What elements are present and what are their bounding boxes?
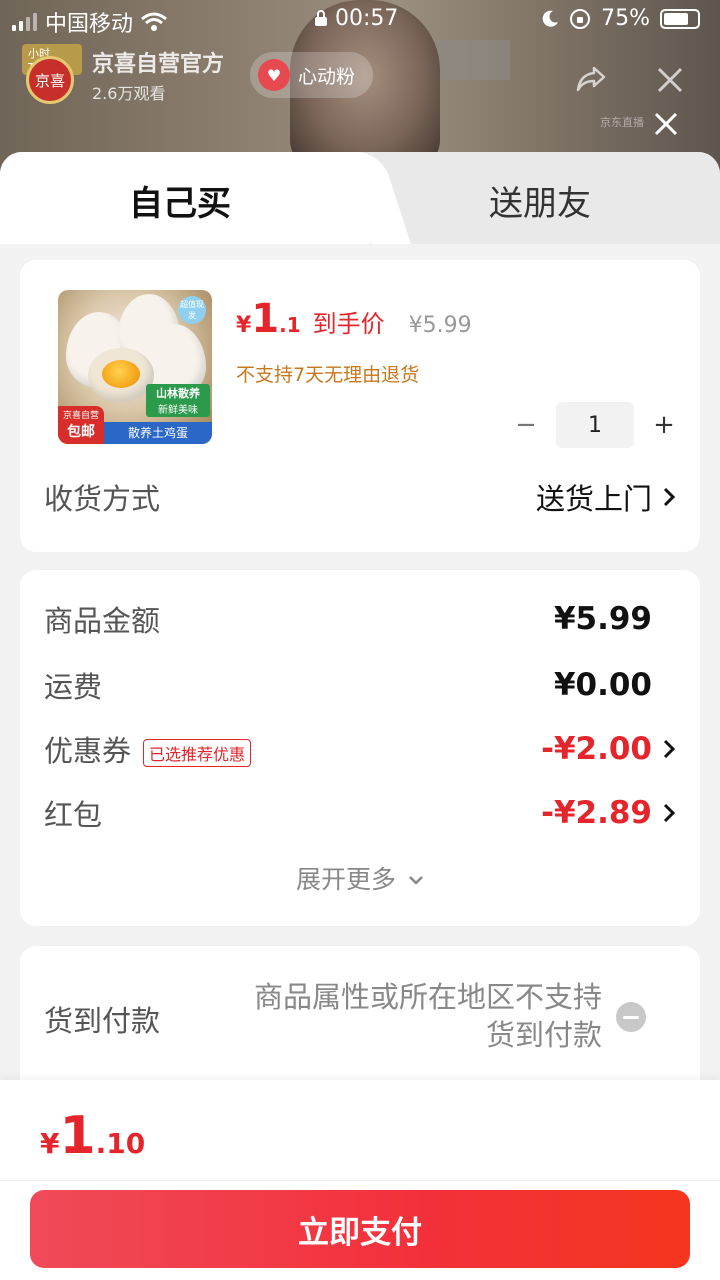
close-live-icon[interactable] [654, 64, 686, 96]
thumb-tag-red: 京喜自营 包邮 [58, 406, 104, 444]
coupon-selected-tag: 已选推荐优惠 [143, 739, 252, 767]
cost-row-goods: 商品金额 ¥5.99 [44, 598, 676, 640]
total-symbol: ¥ [40, 1127, 60, 1160]
lock-icon [315, 10, 327, 26]
shop-name: 京喜自营官方 [92, 52, 225, 77]
fan-button[interactable]: ♥ 心动粉 [250, 52, 374, 98]
clock: 00:57 [314, 6, 398, 31]
expand-more-label: 展开更多 [296, 865, 397, 894]
cod-label: 货到付款 [44, 1004, 161, 1038]
close-sheet-icon[interactable] [650, 108, 682, 140]
view-count: 2.6万观看 [92, 84, 166, 103]
tab-self-buy[interactable]: 自己买 [0, 176, 360, 225]
quantity-stepper: − 1 + [506, 402, 684, 448]
delivery-value: 送货上门 [535, 482, 652, 516]
chevron-right-icon [663, 487, 676, 507]
delivery-row[interactable]: 收货方式 送货上门 [44, 476, 676, 518]
wifi-icon [141, 12, 167, 31]
pay-now-button[interactable]: 立即支付 [30, 1190, 690, 1268]
thumb-tag-blue: 散养土鸡蛋 [104, 422, 212, 444]
delivery-label: 收货方式 [44, 482, 161, 516]
product-card: 超值现发 山林散养新鲜美味 散养土鸡蛋 京喜自营包邮 ¥ 1 .1 到手价 ¥5… [20, 260, 700, 552]
cost-amount: -¥2.89 [541, 795, 652, 831]
cost-amount: ¥5.99 [553, 601, 652, 637]
cod-note-line2: 货到付款 [485, 1018, 602, 1052]
signal-icon [12, 13, 37, 31]
cost-amount: ¥0.00 [553, 667, 652, 703]
carrier-group: 中国移动 [12, 6, 167, 38]
expand-more-button[interactable]: 展开更多 [20, 860, 700, 896]
cod-unsupported-note: 商品属性或所在地区不支持 货到付款 [254, 978, 602, 1054]
cost-label: 商品金额 [44, 604, 161, 638]
checkout-footer: ¥ 1 .10 立即支付 [0, 1080, 720, 1280]
deal-price: ¥ 1 .1 到手价 ¥5.99 [236, 296, 472, 342]
moon-icon [542, 10, 559, 27]
delivery-value-group: 送货上门 [536, 476, 676, 518]
status-bar: 中国移动 00:57 75% [0, 0, 720, 40]
status-right: 75% [541, 6, 700, 31]
original-price: ¥5.99 [408, 313, 472, 338]
footer-divider [0, 1180, 720, 1181]
thumb-tag-green-sub: 新鲜美味 [158, 405, 198, 416]
shop-meta: 京喜自营官方 2.6万观看 [92, 46, 224, 104]
cost-row-redpacket[interactable]: 红包 -¥2.89 [44, 792, 676, 834]
price-label: 到手价 [312, 310, 385, 338]
chevron-right-icon [663, 803, 676, 823]
cost-label: 运费 [44, 670, 103, 704]
cod-disabled-icon [616, 1002, 646, 1032]
tab-gift-friend[interactable]: 送朋友 [360, 176, 720, 225]
watermark: 京东直播 [600, 116, 644, 129]
purchase-tabs: 自己买 送朋友 [0, 152, 720, 244]
cost-breakdown-card: 商品金额 ¥5.99 运费 ¥0.00 优惠券 已选推荐优惠 -¥2.00 红包 … [20, 570, 700, 926]
share-icon[interactable] [574, 62, 608, 96]
rotation-lock-icon [570, 8, 591, 29]
heart-icon: ♥ [258, 59, 291, 91]
thumb-tag-top-right: 超值现发 [178, 296, 206, 324]
fan-button-label: 心动粉 [298, 65, 356, 88]
cost-amount: -¥2.00 [541, 731, 652, 767]
price-symbol: ¥ [236, 313, 252, 338]
checkout-sheet: 自己买 送朋友 超值现发 山林散养新鲜美味 散养土鸡蛋 京喜自营包邮 ¥ 1 .… [0, 152, 720, 1280]
cost-row-shipping: 运费 ¥0.00 [44, 664, 676, 706]
live-host-info[interactable]: 小时TOP1 京喜 京喜自营官方 2.6万观看 ♥ 心动粉 [12, 44, 374, 106]
thumb-tag-green-title: 山林散养 [156, 387, 200, 400]
cod-note-line1: 商品属性或所在地区不支持 [253, 980, 602, 1014]
battery-icon [660, 8, 700, 29]
price-decimal: .1 [279, 313, 301, 337]
thumb-tag-green: 山林散养 新鲜美味 [146, 384, 210, 417]
cost-value-group: ¥5.99 [452, 601, 676, 637]
total-integer: 1 [59, 1106, 96, 1166]
cost-row-coupon[interactable]: 优惠券 已选推荐优惠 -¥2.00 [44, 728, 676, 770]
decrease-button[interactable]: − [506, 403, 546, 447]
quantity-input[interactable]: 1 [556, 402, 634, 448]
thumb-tag-red-top: 京喜自营 [62, 411, 99, 421]
shop-logo[interactable]: 小时TOP1 京喜 [12, 44, 82, 106]
cod-row: 货到付款 [44, 998, 160, 1040]
cost-value-group: ¥0.00 [452, 667, 676, 703]
shop-logo-text: 京喜 [26, 56, 74, 104]
battery-percent: 75% [601, 6, 650, 31]
thumb-tag-red-main: 包邮 [67, 424, 95, 440]
cost-value-group: -¥2.89 [452, 795, 676, 831]
cost-label: 优惠券 [44, 734, 132, 768]
clock-time: 00:57 [335, 6, 399, 31]
chevron-down-icon [409, 876, 423, 885]
price-integer: 1 [251, 296, 280, 342]
total-decimal: .10 [95, 1127, 146, 1160]
chevron-right-icon [663, 739, 676, 759]
battery-level [664, 12, 688, 25]
cost-label: 红包 [44, 798, 103, 832]
product-thumbnail[interactable]: 超值现发 山林散养新鲜美味 散养土鸡蛋 京喜自营包邮 [58, 290, 212, 444]
cost-label-group: 优惠券 已选推荐优惠 [44, 728, 252, 770]
increase-button[interactable]: + [644, 403, 684, 447]
total-price: ¥ 1 .10 [40, 1106, 145, 1166]
return-policy-note: 不支持7天无理由退货 [236, 364, 420, 386]
yolk-image [102, 360, 140, 388]
carrier-name: 中国移动 [45, 12, 134, 37]
cost-value-group: -¥2.00 [452, 731, 676, 767]
